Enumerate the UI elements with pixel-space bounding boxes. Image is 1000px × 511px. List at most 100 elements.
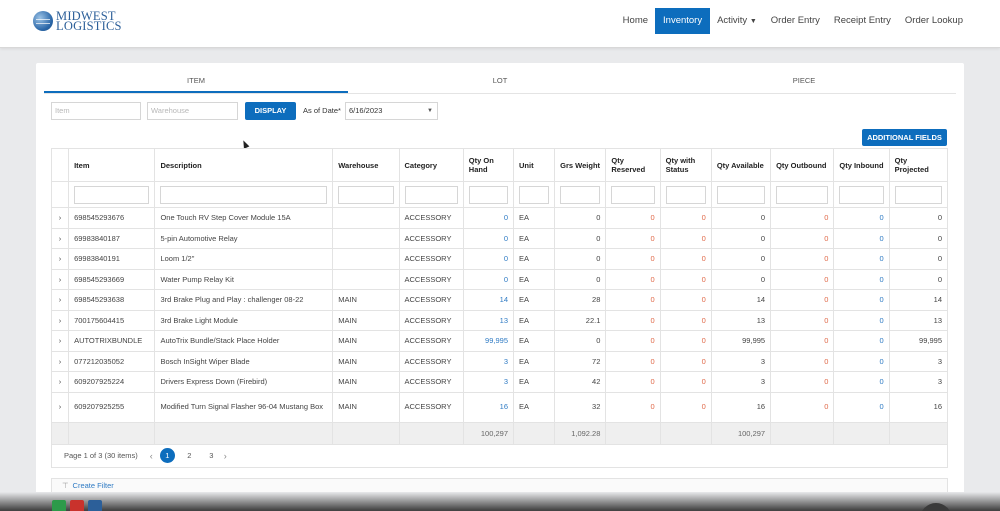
- tab-item[interactable]: ITEM: [44, 72, 348, 93]
- tab-lot[interactable]: LOT: [348, 72, 652, 93]
- filter-description-input[interactable]: [160, 185, 328, 204]
- filter-qty-with-status-input[interactable]: [665, 185, 706, 204]
- cell-qty-on-hand: 14: [463, 289, 515, 311]
- cell-grs-weight: 0: [554, 248, 607, 270]
- filter-qty-projected-input[interactable]: [894, 185, 942, 204]
- inventory-table: Item Description Warehouse Category Qty …: [50, 148, 949, 445]
- total-cell-description: [154, 422, 334, 445]
- filter-unit-input[interactable]: [519, 185, 550, 204]
- chevron-right-icon[interactable]: ›: [224, 451, 227, 461]
- cell-qty-projected: 3: [889, 371, 949, 393]
- table-row[interactable]: › 077212035052 Bosch InSight Wiper Blade MA…: [50, 351, 949, 372]
- table-row[interactable]: › AUTOTRIXBUNDLE AutoTrix Bundle/Stack Pla…: [50, 330, 949, 352]
- pagination-bar: Page 1 of 3 (30 items) ‹ 1 2 3 ›: [51, 444, 948, 468]
- table-row[interactable]: › 698545293638 3rd Brake Plug and Play : c…: [50, 289, 949, 311]
- header-qty-inbound[interactable]: Qty Inbound: [833, 148, 890, 182]
- header-warehouse[interactable]: Warehouse: [332, 148, 400, 182]
- filter-qty-inbound-input[interactable]: [839, 185, 884, 204]
- cell-qty-available: 0: [711, 228, 772, 249]
- page-button-3[interactable]: 3: [204, 448, 219, 463]
- filter-category-input[interactable]: [404, 185, 458, 204]
- warehouse-search-input[interactable]: Warehouse: [147, 102, 238, 120]
- nav-inventory[interactable]: Inventory: [655, 8, 711, 34]
- expand-row-chevron-icon[interactable]: ›: [50, 330, 70, 352]
- expand-row-chevron-icon[interactable]: ›: [50, 228, 70, 249]
- cell-unit: EA: [513, 289, 556, 311]
- expand-row-chevron-icon[interactable]: ›: [50, 269, 70, 290]
- nav-activity[interactable]: Activity ▼: [710, 8, 764, 34]
- filter-grs-weight-input[interactable]: [560, 185, 601, 204]
- item-search-input[interactable]: Item: [51, 102, 141, 120]
- cell-category: ACCESSORY: [399, 207, 464, 229]
- header-qty-on-hand[interactable]: Qty On Hand: [463, 148, 515, 182]
- expand-row-chevron-icon[interactable]: ›: [50, 289, 70, 311]
- filter-cell-warehouse: [332, 181, 400, 208]
- expand-row-chevron-icon[interactable]: ›: [50, 310, 70, 331]
- cell-qty-reserved: 0: [605, 351, 661, 372]
- cell-warehouse: [332, 269, 400, 290]
- header-qty-outbound[interactable]: Qty Outbound: [770, 148, 835, 182]
- table-row[interactable]: › 698545293669 Water Pump Relay Kit ACCESSO…: [50, 269, 949, 290]
- cell-warehouse: MAIN: [332, 351, 400, 372]
- filter-qty-reserved-input[interactable]: [611, 185, 655, 204]
- header-unit[interactable]: Unit: [513, 148, 556, 182]
- nav-order-lookup[interactable]: Order Lookup: [898, 8, 970, 34]
- table-row[interactable]: › 698545293676 One Touch RV Step Cover Mod…: [50, 207, 949, 229]
- as-of-date-picker[interactable]: 6/16/2023 ▼: [345, 102, 438, 120]
- company-logo[interactable]: MIDWEST LOGISTICS: [33, 10, 122, 32]
- table-row[interactable]: › 609207925224 Drivers Express Down (Fireb…: [50, 371, 949, 393]
- expand-row-chevron-icon[interactable]: ›: [50, 351, 70, 372]
- expand-row-chevron-icon[interactable]: ›: [50, 207, 70, 229]
- cell-category: ACCESSORY: [399, 330, 464, 352]
- header-qty-projected[interactable]: Qty Projected: [889, 148, 949, 182]
- display-button[interactable]: DISPLAY: [245, 102, 296, 120]
- expand-row-chevron-icon[interactable]: ›: [50, 248, 70, 270]
- chevron-left-icon[interactable]: ‹: [150, 451, 153, 461]
- page-button-2[interactable]: 2: [182, 448, 197, 463]
- expand-row-chevron-icon[interactable]: ›: [50, 371, 70, 393]
- nav-receipt-entry[interactable]: Receipt Entry: [827, 8, 898, 34]
- page-button-1[interactable]: 1: [159, 448, 175, 463]
- table-row[interactable]: › 700175604415 3rd Brake Light Module MAIN A…: [50, 310, 949, 331]
- cell-qty-inbound: 0: [833, 228, 890, 249]
- as-of-date-label: As of Date*: [303, 106, 341, 115]
- filter-qty-outbound-input[interactable]: [776, 185, 829, 204]
- header-item[interactable]: Item: [68, 148, 156, 182]
- cell-qty-reserved: 0: [605, 269, 661, 290]
- filter-item-input[interactable]: [74, 185, 150, 204]
- tab-piece[interactable]: PIECE: [652, 72, 956, 93]
- cell-qty-outbound: 0: [770, 371, 835, 393]
- cell-qty-outbound: 0: [770, 310, 835, 331]
- cell-grs-weight: 0: [554, 269, 607, 290]
- cell-qty-projected: 0: [889, 248, 949, 270]
- additional-fields-button[interactable]: ADDITIONAL FIELDS: [862, 129, 947, 146]
- nav-order-entry[interactable]: Order Entry: [764, 8, 827, 34]
- cell-unit: EA: [513, 269, 556, 290]
- as-of-date-value: 6/16/2023: [349, 106, 383, 115]
- header-grs-weight[interactable]: Grs Weight: [554, 148, 607, 182]
- header-qty-available[interactable]: Qty Available: [711, 148, 772, 182]
- cell-item: AUTOTRIXBUNDLE: [68, 330, 156, 352]
- table-row[interactable]: › 609207925255 Modified Turn Signal Flashe…: [50, 392, 949, 423]
- filter-cell-qty-on-hand: [463, 181, 515, 208]
- nav-home[interactable]: Home: [616, 8, 655, 34]
- cell-qty-outbound: 0: [770, 330, 835, 352]
- table-row[interactable]: › 69983840187 5-pin Automotive Relay ACCESS…: [50, 228, 949, 249]
- header-qty-with-status[interactable]: Qty with Status: [660, 148, 712, 182]
- filter-warehouse-input[interactable]: [338, 185, 394, 204]
- cell-grs-weight: 32: [554, 392, 607, 423]
- table-row[interactable]: › 69983840191 Loom 1/2" ACCESSORY 0 EA 0 0 0 0 0 0 0: [50, 248, 949, 270]
- cell-qty-available: 3: [711, 351, 772, 372]
- expand-row-chevron-icon[interactable]: ›: [50, 392, 70, 423]
- cell-qty-on-hand: 0: [463, 248, 515, 270]
- filter-cell-description: [154, 181, 334, 208]
- filter-qty-available-input[interactable]: [716, 185, 766, 204]
- filter-qty-on-hand-input[interactable]: [468, 185, 508, 204]
- funnel-icon: ⊤: [62, 481, 69, 490]
- cell-warehouse: MAIN: [332, 371, 400, 393]
- header-qty-reserved[interactable]: Qty Reserved: [605, 148, 661, 182]
- cell-unit: EA: [513, 371, 556, 393]
- header-category[interactable]: Category: [399, 148, 464, 182]
- cell-item: 698545293676: [68, 207, 156, 229]
- header-description[interactable]: Description: [154, 148, 334, 182]
